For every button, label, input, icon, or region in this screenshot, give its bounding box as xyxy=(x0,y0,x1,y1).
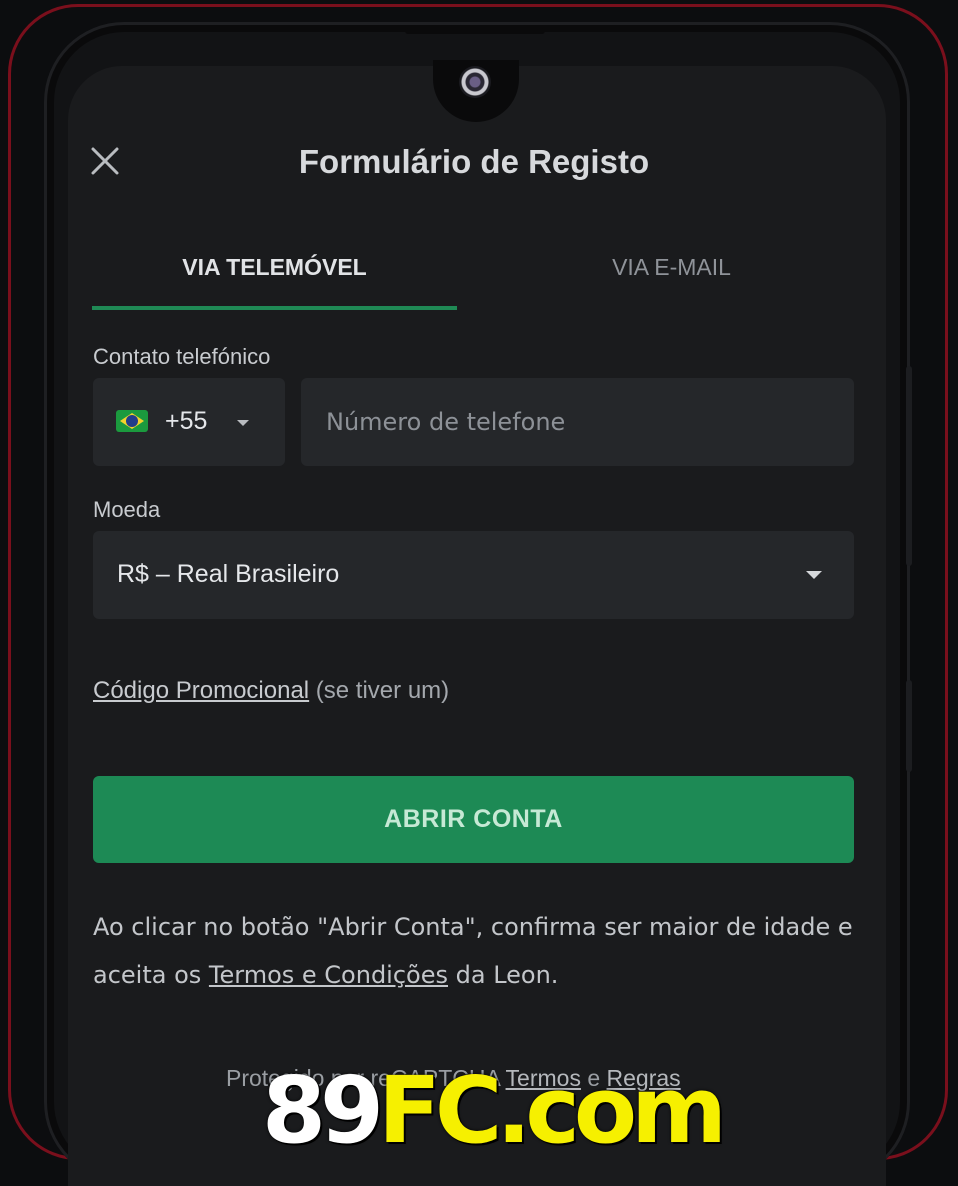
tab-via-email[interactable]: VIA E-MAIL xyxy=(489,238,854,310)
brazil-flag-icon xyxy=(116,410,148,432)
promo-code-link[interactable]: Código Promocional xyxy=(93,677,309,704)
close-icon xyxy=(91,147,119,175)
phone-side-button-upper xyxy=(906,366,912,566)
active-tab-indicator xyxy=(92,306,457,310)
promo-code-hint: (se tiver um) xyxy=(315,677,450,704)
open-account-button[interactable]: ABRIR CONTA xyxy=(93,776,854,863)
chevron-down-icon xyxy=(806,571,822,579)
currency-value: R$ – Real Brasileiro xyxy=(117,560,340,588)
phone-label: Contato telefónico xyxy=(93,344,271,369)
phone-number-input[interactable] xyxy=(301,378,854,466)
terms-conditions-link[interactable]: Termos e Condições xyxy=(209,961,448,989)
page-title: Formulário de Registo xyxy=(298,143,650,180)
camera-icon xyxy=(459,66,491,98)
site-watermark: 89FC.com xyxy=(262,1056,727,1166)
promo-code-row: Código Promocional (se tiver um) xyxy=(93,675,449,707)
country-code-select[interactable]: +55 xyxy=(93,378,285,466)
close-button[interactable] xyxy=(90,146,120,176)
currency-label: Moeda xyxy=(93,497,161,522)
app-screen xyxy=(68,66,886,1186)
terms-notice: Ao clicar no botão "Abrir Conta", confir… xyxy=(93,903,863,999)
chevron-down-icon xyxy=(237,420,249,426)
currency-select[interactable]: R$ – Real Brasileiro xyxy=(93,531,854,619)
tab-via-telemovel[interactable]: VIA TELEMÓVEL xyxy=(92,238,457,310)
registration-tabs: VIA TELEMÓVEL VIA E-MAIL xyxy=(92,238,854,310)
watermark-part-2: FC.com xyxy=(378,1057,727,1164)
phone-side-button-lower xyxy=(906,680,912,772)
watermark-part-1: 89 xyxy=(262,1057,384,1164)
terms-suffix: da Leon. xyxy=(448,961,559,989)
country-code-value: +55 xyxy=(165,407,208,435)
phone-speaker xyxy=(405,28,545,34)
